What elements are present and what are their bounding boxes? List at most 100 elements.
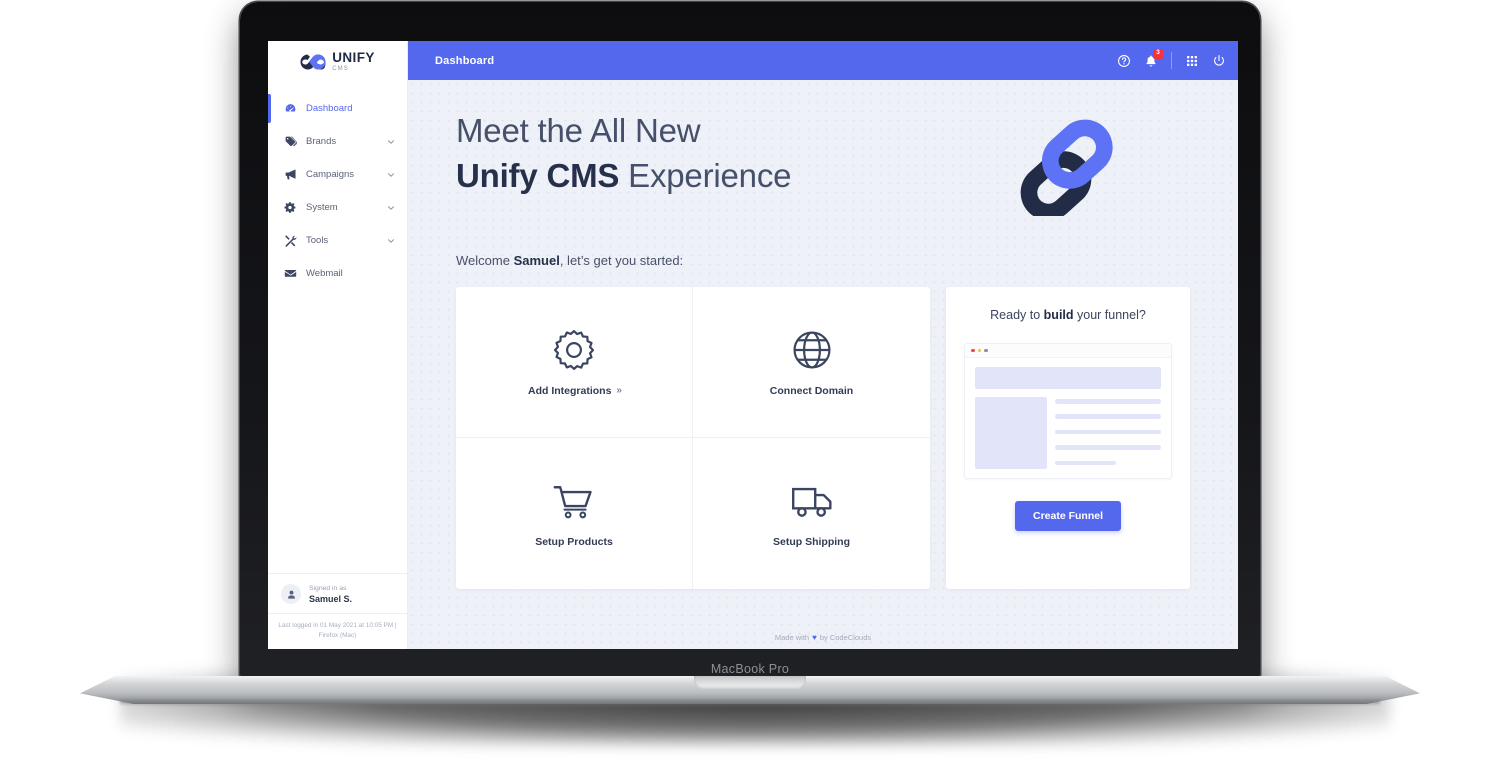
shopping-cart-icon [553, 486, 592, 519]
chevron-down-icon [388, 238, 394, 243]
quick-action-label: Add Integrations » [528, 384, 622, 397]
user-avatar-icon [281, 584, 301, 605]
apps-button[interactable] [1185, 54, 1199, 68]
signed-in-name: Samuel S. [309, 593, 353, 604]
sidebar-item-webmail[interactable]: Webmail [268, 257, 407, 290]
quick-action-text: Add Integrations [528, 384, 612, 397]
sidebar-item-tools[interactable]: Tools [268, 224, 407, 257]
quick-action-setup-shipping[interactable]: Setup Shipping [693, 438, 930, 589]
funnel-title-bold: build [1043, 308, 1074, 322]
topbar-actions: 3 [1117, 48, 1226, 69]
topbar-divider [1171, 52, 1172, 69]
sidebar-item-system[interactable]: System [268, 191, 407, 224]
sidebar-item-label: Dashboard [306, 103, 353, 114]
mockup-dot-yellow [977, 348, 981, 353]
quick-action-label: Setup Products [535, 536, 613, 548]
brand-logo[interactable]: UNIFY CMS [268, 41, 407, 80]
quick-action-setup-products[interactable]: Setup Products [456, 438, 693, 589]
sidebar-item-dashboard[interactable]: Dashboard [268, 92, 407, 125]
brand-name: UNIFY [332, 50, 375, 66]
megaphone-icon [285, 169, 296, 180]
globe-icon [792, 330, 831, 369]
sidebar-item-brands[interactable]: Brands [268, 125, 407, 158]
create-funnel-card: Ready to build your funnel? Create Funne… [946, 287, 1190, 589]
unify-chain-logo-large-icon [1020, 119, 1113, 216]
sidebar-item-label: Campaigns [306, 169, 355, 180]
sidebar-item-label: Tools [306, 235, 329, 246]
quick-action-add-integrations[interactable]: Add Integrations » [456, 287, 693, 438]
dashboard-gauge-icon [285, 104, 296, 112]
mockup-line [1055, 445, 1161, 450]
quick-action-label: Setup Shipping [773, 536, 850, 548]
sidebar: UNIFY CMS Dashboard Brands Campaigns Sys… [268, 41, 408, 649]
signed-in-text: Signed in as Samuel S. [309, 585, 352, 604]
tools-icon [285, 235, 297, 247]
hero-line-2-bold: Unify CMS [456, 157, 620, 195]
sidebar-nav: Dashboard Brands Campaigns System Tools … [268, 80, 407, 573]
sidebar-item-campaigns[interactable]: Campaigns [268, 158, 407, 191]
delivery-truck-icon [791, 487, 832, 517]
laptop-notch [694, 676, 806, 689]
double-chevron-right-icon: » [616, 385, 621, 396]
panels-row: Add Integrations » Connect Domain Setup … [456, 287, 1190, 589]
create-funnel-button[interactable]: Create Funnel [1014, 501, 1121, 531]
mockup-dot-gray [984, 348, 988, 353]
hero-banner: Meet the All New Unify CMS Experience [456, 108, 1190, 216]
envelope-icon [284, 269, 297, 277]
gear-icon [553, 329, 595, 370]
mockup-hero-block [975, 367, 1161, 389]
chevron-down-icon [388, 139, 394, 144]
footer-suffix: by CodeClouds [819, 632, 872, 642]
mockup-line [1055, 414, 1161, 419]
welcome-user-name: Samuel [513, 253, 560, 268]
browser-window-mockup-icon [964, 343, 1172, 479]
heart-icon: ♥ [812, 632, 817, 642]
hero-heading: Meet the All New Unify CMS Experience [456, 108, 791, 198]
mockup-content-row [975, 397, 1161, 469]
dashboard-content: Meet the All New Unify CMS Experience We… [408, 80, 1238, 649]
welcome-prefix: Welcome [456, 253, 510, 268]
sidebar-item-label: Brands [306, 136, 337, 147]
quick-action-connect-domain[interactable]: Connect Domain [693, 287, 930, 438]
help-button[interactable] [1117, 54, 1131, 68]
notifications-badge: 3 [1153, 48, 1163, 59]
mockup-line [1055, 399, 1161, 404]
welcome-message: Welcome Samuel, let’s get you started: [456, 253, 1190, 268]
footer-prefix: Made with [774, 632, 810, 642]
sidebar-item-label: System [306, 202, 338, 213]
brand-sub: CMS [332, 65, 349, 72]
topbar: Dashboard 3 [408, 41, 1238, 80]
logout-button[interactable] [1212, 54, 1226, 68]
power-icon [1214, 54, 1224, 66]
gear-icon [284, 202, 296, 213]
brand-text: UNIFY CMS [332, 51, 375, 72]
mockup-dot-red [971, 348, 975, 353]
quick-actions-card: Add Integrations » Connect Domain Setup … [456, 287, 930, 589]
browser-screen: UNIFY CMS Dashboard Brands Campaigns Sys… [268, 41, 1238, 649]
mockup-image-block [975, 397, 1047, 469]
grid-apps-icon [1187, 55, 1197, 66]
funnel-title-prefix: Ready to [990, 308, 1041, 322]
unify-chain-logo-icon [300, 54, 326, 69]
chevron-down-icon [388, 172, 394, 177]
mockup-text-lines [1055, 397, 1161, 469]
hero-line-2-rest: Experience [628, 157, 792, 195]
signed-in-user[interactable]: Signed in as Samuel S. [268, 573, 407, 613]
funnel-title-suffix: your funnel? [1077, 308, 1146, 322]
mockup-titlebar [965, 344, 1171, 358]
sidebar-item-label: Webmail [306, 268, 343, 279]
chevron-down-icon [388, 205, 394, 210]
mockup-line [1055, 460, 1117, 465]
welcome-suffix: , let’s get you started: [559, 253, 684, 268]
tag-icon [285, 136, 297, 147]
screenshot-stage: UNIFY CMS Dashboard Brands Campaigns Sys… [0, 0, 1500, 764]
quick-action-label: Connect Domain [769, 384, 854, 397]
main-region: Dashboard 3 Meet the All New Unify CMS E… [408, 41, 1238, 649]
page-title: Dashboard [435, 54, 495, 67]
mockup-body [965, 358, 1171, 478]
notifications-button[interactable]: 3 [1144, 48, 1163, 68]
help-circle-icon [1118, 54, 1130, 67]
signed-in-label: Signed in as [309, 584, 347, 592]
footer: Made with ♥ by CodeClouds [408, 625, 1238, 649]
funnel-card-title: Ready to build your funnel? [990, 308, 1146, 322]
